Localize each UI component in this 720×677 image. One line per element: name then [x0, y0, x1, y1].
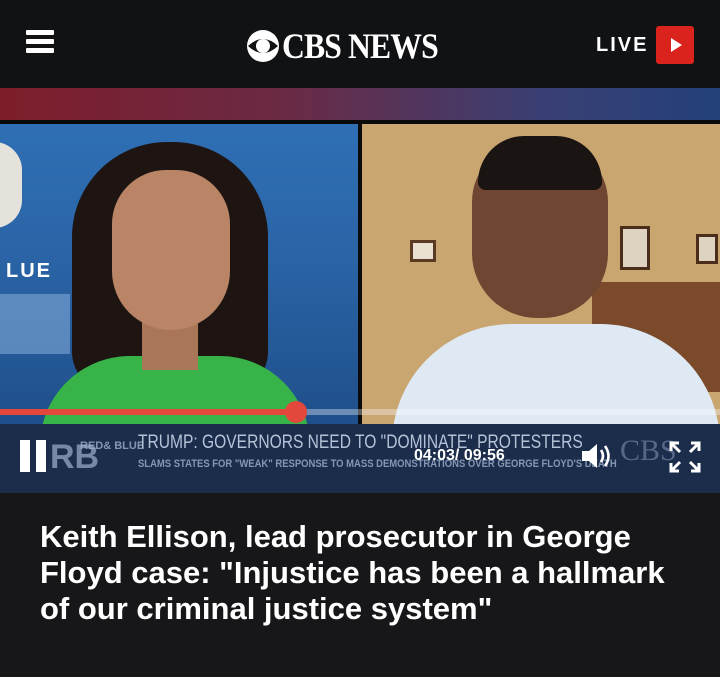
article-caption: Keith Ellison, lead prosecutor in George…	[0, 493, 720, 677]
control-bar: RB RED& BLUE TRUMP: GOVERNORS NEED TO "D…	[0, 424, 720, 493]
set-text: LUE	[6, 260, 52, 282]
video-player[interactable]: LUE RB RED& BLUE TRUMP: GOVERNORS NEED T…	[0, 120, 720, 493]
set-building-graphic	[0, 294, 70, 354]
progress-fill	[0, 409, 297, 415]
article-title[interactable]: Keith Ellison, lead prosecutor in George…	[40, 519, 690, 627]
progress-bar[interactable]	[0, 401, 720, 423]
wall-frame	[696, 234, 718, 264]
volume-icon[interactable]	[580, 441, 616, 471]
chyron-headline: TRUMP: GOVERNORS NEED TO "DOMINATE" PROT…	[138, 432, 583, 453]
cbs-eye-icon	[247, 30, 279, 62]
time-display: 04:03/ 09:56	[414, 447, 505, 464]
logo-text: CBS NEWS	[282, 26, 439, 66]
pause-icon[interactable]	[20, 440, 48, 472]
progress-scrubber[interactable]	[285, 401, 308, 423]
live-button[interactable]: LIVE	[596, 26, 695, 64]
guest-figure-hair	[478, 136, 602, 190]
hamburger-menu-icon[interactable]	[26, 30, 54, 58]
wall-frame	[620, 226, 650, 270]
anchor-figure-face	[112, 170, 230, 330]
live-label: LIVE	[596, 33, 649, 56]
guest-video-pane	[362, 124, 720, 424]
top-header: CBS NEWS LIVE	[0, 0, 720, 88]
chyron-brand-lines: RED& BLUE	[80, 440, 145, 452]
color-gradient-band	[0, 88, 720, 120]
chyron-subline: SLAMS STATES FOR "WEAK" RESPONSE TO MASS…	[138, 458, 617, 470]
wall-frame	[410, 240, 436, 262]
cbs-news-logo[interactable]: CBS NEWS	[246, 26, 459, 66]
set-graphic	[0, 142, 22, 228]
anchor-video-pane: LUE	[0, 124, 358, 424]
fullscreen-icon[interactable]	[668, 440, 702, 474]
play-icon	[656, 26, 695, 64]
